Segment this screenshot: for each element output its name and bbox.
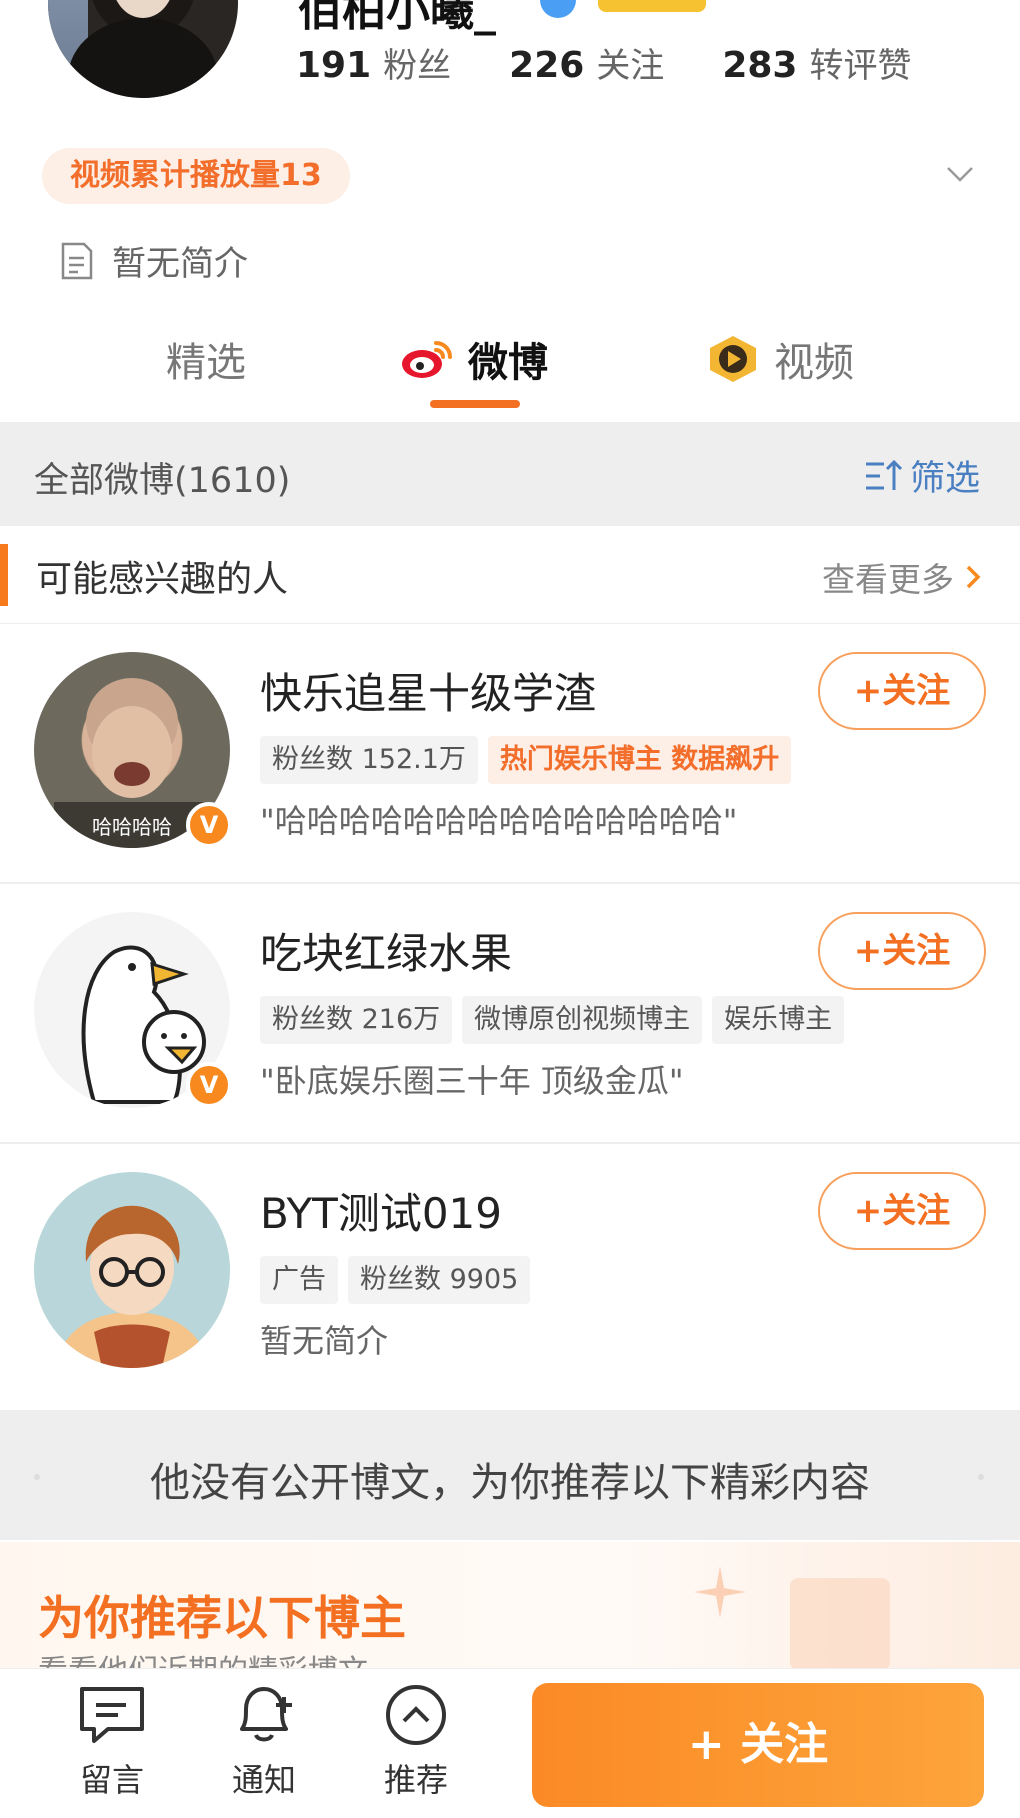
- see-more-label: 查看更多: [822, 560, 954, 599]
- user-tag: 粉丝数 9905: [348, 1256, 531, 1304]
- follow-button[interactable]: +关注: [818, 912, 986, 990]
- user-name[interactable]: 快乐追星十级学渣: [260, 660, 596, 721]
- suggestions-header: 可能感兴趣的人 查看更多: [0, 526, 1020, 624]
- chevron-right-icon: [966, 565, 981, 589]
- stat-value: 226: [509, 45, 585, 86]
- user-description: "卧底娱乐圈三十年 顶级金瓜": [260, 1062, 684, 1100]
- no-public-posts-notice: 他没有公开博文，为你推荐以下精彩内容: [0, 1410, 1020, 1540]
- sparkle-icon: [694, 1566, 746, 1618]
- chevron-down-icon[interactable]: [944, 158, 976, 190]
- profile-avatar[interactable]: [48, 0, 238, 98]
- stat-value: 191: [296, 45, 372, 86]
- tab-weibo[interactable]: 微博: [400, 330, 548, 388]
- message-icon: [80, 1687, 144, 1743]
- suggested-user-card[interactable]: BYT测试019 广告 粉丝数 9905 暂无简介 +关注: [0, 1144, 1020, 1404]
- profile-header: 佰柏小曦_ 191 粉丝 226 关注 283 转评赞 视频累计播放量13 暂无…: [0, 0, 1020, 420]
- verified-v-icon: V: [186, 802, 232, 848]
- user-tags: 粉丝数 152.1万 热门娱乐博主 数据飙升: [260, 736, 792, 784]
- video-icon: [710, 336, 756, 382]
- bio-row: 暂无简介: [60, 236, 248, 285]
- document-icon: [61, 242, 93, 279]
- tab-active-indicator: [430, 400, 520, 408]
- stat-label: 转评赞: [809, 46, 912, 86]
- section-accent-bar: [0, 544, 8, 606]
- bio-text: 暂无简介: [112, 244, 248, 284]
- user-tags: 广告 粉丝数 9905: [260, 1256, 531, 1304]
- filter-bar: 全部微博(1610) 筛选: [0, 422, 1020, 526]
- stat-label: 关注: [596, 46, 665, 86]
- bell-plus-icon: [240, 1687, 292, 1742]
- follow-button[interactable]: +关注: [818, 1172, 986, 1250]
- recommend-title: 为你推荐以下博主: [38, 1591, 406, 1645]
- user-description: "哈哈哈哈哈哈哈哈哈哈哈哈哈哈": [260, 802, 738, 840]
- user-tag: 粉丝数 216万: [260, 996, 453, 1044]
- user-tag-hot: 热门娱乐博主 数据飙升: [487, 736, 792, 784]
- stat-followers[interactable]: 191 粉丝: [296, 38, 451, 87]
- recommend-card[interactable]: 为你推荐以下博主 看看他们近期的精彩博文: [0, 1542, 1020, 1672]
- filter-icon: [866, 459, 903, 490]
- follow-button[interactable]: +关注: [818, 652, 986, 730]
- avatar-image: [54, 1205, 210, 1368]
- profile-username: 佰柏小曦_: [298, 0, 496, 36]
- user-tags: 粉丝数 216万 微博原创视频博主 娱乐博主: [260, 996, 845, 1044]
- user-description: 暂无简介: [260, 1322, 389, 1360]
- ad-tag: 广告: [260, 1256, 338, 1304]
- stat-reposts-likes[interactable]: 283 转评赞: [722, 38, 911, 87]
- tab-label: 精选: [166, 340, 246, 386]
- filter-label: 筛选: [910, 459, 981, 499]
- notify-button[interactable]: 通知: [204, 1683, 324, 1801]
- user-tag: 微博原创视频博主: [462, 996, 703, 1044]
- avatar-caption: 哈哈哈哈: [92, 815, 172, 839]
- verified-icon: [540, 0, 576, 18]
- bottom-action-bar: 留言 通知 推荐 + 关注: [0, 1668, 1020, 1818]
- weibo-icon: [402, 341, 452, 378]
- follow-profile-button[interactable]: + 关注: [532, 1683, 984, 1807]
- user-tag: 粉丝数 152.1万: [260, 736, 478, 784]
- recommend-button[interactable]: 推荐: [356, 1683, 476, 1801]
- tab-label: 视频: [774, 340, 854, 386]
- notice-text: 他没有公开博文，为你推荐以下精彩内容: [150, 1460, 870, 1506]
- decor-dot: [978, 1474, 984, 1480]
- see-more-link[interactable]: 查看更多: [822, 553, 982, 601]
- filter-button[interactable]: 筛选: [864, 450, 980, 501]
- bottom-label: 留言: [79, 1761, 144, 1799]
- verified-v-icon: V: [186, 1062, 232, 1108]
- tab-featured[interactable]: 精选: [166, 330, 246, 388]
- bottom-label: 通知: [231, 1761, 296, 1799]
- stat-following[interactable]: 226 关注: [509, 38, 664, 87]
- user-name[interactable]: BYT测试019: [260, 1180, 502, 1241]
- suggestions-title: 可能感兴趣的人: [36, 559, 289, 600]
- all-posts-count: 全部微博(1610): [34, 461, 291, 501]
- chevron-up-circle-icon: [386, 1685, 446, 1745]
- tab-label: 微博: [468, 340, 548, 386]
- stat-value: 283: [722, 45, 798, 86]
- user-name[interactable]: 吃块红绿水果: [260, 920, 512, 981]
- gift-box-icon: [790, 1578, 890, 1670]
- suggested-user-card[interactable]: V 吃块红绿水果 粉丝数 216万 微博原创视频博主 娱乐博主 "卧底娱乐圈三十…: [0, 884, 1020, 1144]
- stat-label: 粉丝: [383, 46, 452, 86]
- user-tag: 娱乐博主: [712, 996, 845, 1044]
- tab-video[interactable]: 视频: [706, 330, 854, 388]
- suggested-user-card[interactable]: 哈哈哈哈 V 快乐追星十级学渣 粉丝数 152.1万 热门娱乐博主 数据飙升 "…: [0, 624, 1020, 884]
- message-button[interactable]: 留言: [52, 1683, 172, 1801]
- bottom-label: 推荐: [383, 1761, 448, 1799]
- user-avatar[interactable]: [34, 1172, 230, 1368]
- profile-stats: 191 粉丝 226 关注 283 转评赞: [296, 38, 911, 87]
- vip-badge-icon[interactable]: [598, 0, 706, 12]
- video-play-count-badge[interactable]: 视频累计播放量13: [42, 148, 350, 204]
